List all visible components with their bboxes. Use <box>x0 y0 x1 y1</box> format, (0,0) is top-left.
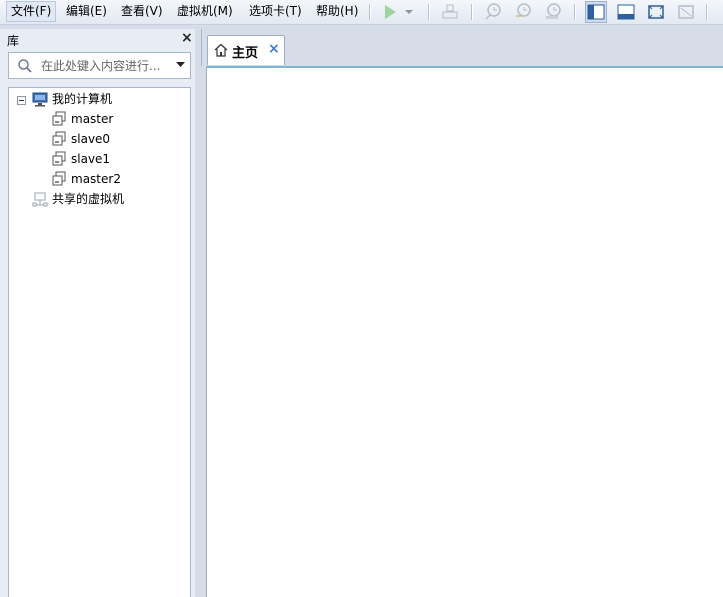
menu-file[interactable]: 文件(F) <box>6 1 57 22</box>
menu-toolbar-bar: 文件(F) 编辑(E) 查看(V) 虚拟机(M) 选项卡(T) 帮助(H) <box>0 0 723 25</box>
library-tree: 我的计算机 master slave0 slave1 master2 共享的虚拟… <box>8 87 191 597</box>
vm-icon <box>52 171 66 186</box>
library-title: 库 <box>7 34 20 48</box>
tab-close-button[interactable]: × <box>268 41 280 57</box>
tree-item-label: master2 <box>71 172 121 186</box>
home-content-area <box>206 66 723 597</box>
toolbar-separator <box>369 4 370 20</box>
menu-edit[interactable]: 编辑(E) <box>62 2 111 21</box>
collapse-toggle-icon[interactable] <box>17 96 26 105</box>
dropdown-arrow-icon[interactable] <box>402 2 416 22</box>
snapshot-icon[interactable] <box>483 2 503 22</box>
tree-item-label: 我的计算机 <box>52 92 113 106</box>
vm-icon <box>52 131 66 146</box>
vm-icon <box>52 111 66 126</box>
library-close-button[interactable]: × <box>181 30 193 46</box>
console-view-icon[interactable] <box>616 2 636 22</box>
tab-strip: 主页 × <box>201 29 723 66</box>
unity-icon[interactable] <box>676 2 696 22</box>
tree-item-label: 共享的虚拟机 <box>52 192 125 206</box>
vm-icon <box>52 151 66 166</box>
chevron-down-icon[interactable] <box>176 62 185 68</box>
toolbar-separator <box>471 4 472 20</box>
tree-item-label: slave0 <box>71 132 111 146</box>
tree-item-label: slave1 <box>71 152 111 166</box>
shared-vms-icon <box>32 192 48 207</box>
pane-splitter[interactable] <box>195 29 201 597</box>
menu-view[interactable]: 查看(V) <box>117 2 167 21</box>
tab-label: 主页 <box>232 46 259 61</box>
menu-vm[interactable]: 虚拟机(M) <box>173 2 237 21</box>
menu-tabs[interactable]: 选项卡(T) <box>245 2 306 21</box>
tab-home[interactable]: 主页 × <box>207 35 285 65</box>
manage-snapshots-icon[interactable] <box>543 2 563 22</box>
library-view-icon[interactable] <box>585 1 607 23</box>
tree-item-label: master <box>71 112 114 126</box>
home-icon <box>214 43 228 57</box>
menu-help[interactable]: 帮助(H) <box>312 2 362 21</box>
toolbar-separator <box>706 4 707 20</box>
send-keys-icon[interactable] <box>440 2 460 22</box>
library-search-box[interactable] <box>8 52 191 79</box>
fullscreen-icon[interactable] <box>646 2 666 22</box>
play-icon[interactable] <box>380 2 400 22</box>
computer-icon <box>32 92 48 107</box>
toolbar-separator <box>574 4 575 20</box>
search-input[interactable] <box>41 56 171 75</box>
library-pane: 库 × 我的计算机 <box>0 29 195 597</box>
toolbar-separator <box>428 4 429 20</box>
search-icon <box>18 59 32 73</box>
revert-snapshot-icon[interactable] <box>513 2 533 22</box>
